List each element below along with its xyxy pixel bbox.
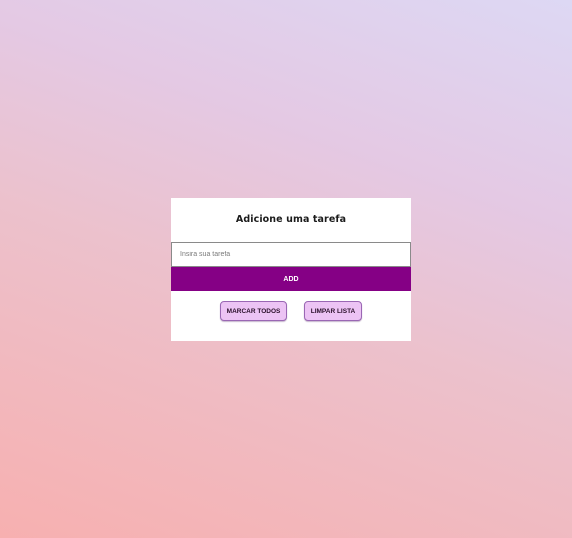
todo-card: Adicione uma tarefa ADD MARCAR TODOS LIM… — [171, 198, 411, 341]
mark-all-button[interactable]: MARCAR TODOS — [220, 301, 287, 321]
task-input[interactable] — [171, 242, 411, 267]
card-title: Adicione uma tarefa — [235, 214, 347, 225]
clear-list-button[interactable]: LIMPAR LISTA — [304, 301, 362, 321]
add-button[interactable]: ADD — [171, 267, 411, 291]
action-buttons: MARCAR TODOS LIMPAR LISTA — [171, 301, 411, 321]
